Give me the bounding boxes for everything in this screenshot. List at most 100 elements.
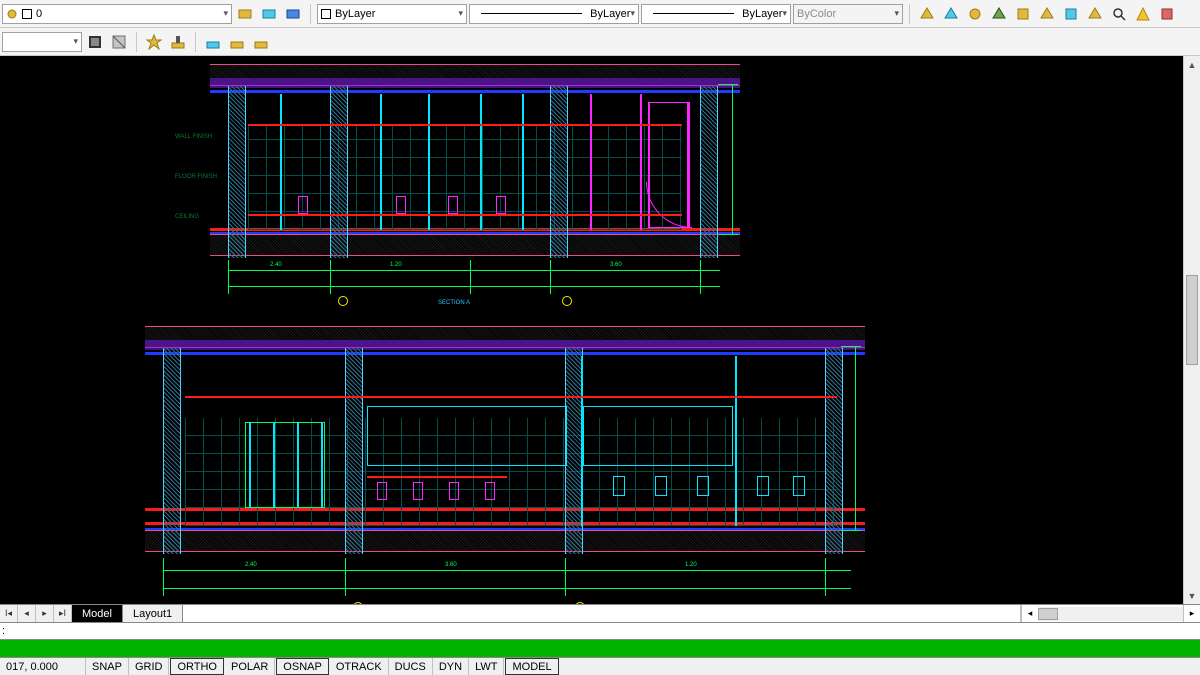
- tab-layout1[interactable]: Layout1: [123, 605, 183, 622]
- chevron-down-icon: ▾: [458, 8, 463, 19]
- status-lwt[interactable]: LWT: [469, 658, 504, 675]
- layer-previous-icon[interactable]: [258, 3, 280, 25]
- status-grid-label: GRID: [135, 661, 163, 673]
- tool-icon-8[interactable]: [1084, 3, 1106, 25]
- status-dyn-label: DYN: [439, 661, 462, 673]
- color-swatch: [321, 9, 331, 19]
- status-ortho[interactable]: ORTHO: [170, 658, 224, 675]
- color-combo-text: ByLayer: [335, 8, 375, 20]
- separator: [310, 4, 311, 24]
- layer-combo[interactable]: 0 ▾: [2, 4, 232, 24]
- status-otrack[interactable]: OTRACK: [330, 658, 389, 675]
- chevron-down-icon: ▾: [223, 8, 228, 19]
- toolbar-row-1: 0 ▾ ByLayer ▾ ByLayer ▾ ByLayer ▾ ByColo…: [0, 0, 1200, 28]
- separator: [136, 32, 137, 52]
- status-snap-label: SNAP: [92, 661, 122, 673]
- paint-tool-1-icon[interactable]: [202, 31, 224, 53]
- status-coords: 017, 0.000: [0, 658, 86, 675]
- status-lwt-label: LWT: [475, 661, 497, 673]
- chevron-down-icon: ▾: [630, 8, 635, 19]
- linetype-combo-text: ByLayer: [590, 8, 630, 20]
- linetype-preview: [481, 13, 582, 14]
- paint-tool-2-icon[interactable]: [226, 31, 248, 53]
- tab-first-icon[interactable]: І◂: [0, 605, 18, 622]
- tool-icon-6[interactable]: [1036, 3, 1058, 25]
- dim-text: 3.60: [610, 262, 622, 268]
- section-title: SECTION A: [438, 300, 470, 306]
- dim-text: 1.20: [390, 262, 402, 268]
- scroll-up-icon[interactable]: ▲: [1184, 56, 1200, 73]
- hscroll-right-icon[interactable]: ▸: [1183, 605, 1200, 622]
- hatch-icon[interactable]: [108, 31, 130, 53]
- paint-tool-3-icon[interactable]: [250, 31, 272, 53]
- tool-icon-5[interactable]: [1012, 3, 1034, 25]
- tab-prev-icon[interactable]: ◂: [18, 605, 36, 622]
- warning-icon[interactable]: [1132, 3, 1154, 25]
- horizontal-scrollbar[interactable]: ◂ ▸: [1020, 605, 1200, 622]
- star-tool-icon[interactable]: [143, 31, 165, 53]
- layer-combo-text: 0: [36, 8, 42, 20]
- status-ducs[interactable]: DUCS: [389, 658, 433, 675]
- status-model[interactable]: MODEL: [505, 658, 558, 675]
- linetype-combo[interactable]: ByLayer ▾: [469, 4, 639, 24]
- status-dyn[interactable]: DYN: [433, 658, 469, 675]
- layer-color-swatch: [22, 9, 32, 19]
- tool-icon-10[interactable]: [1156, 3, 1178, 25]
- tool-icon-3[interactable]: [964, 3, 986, 25]
- status-polar-label: POLAR: [231, 661, 268, 673]
- status-snap[interactable]: SNAP: [86, 658, 129, 675]
- toolbar-row-2: ▾: [0, 28, 1200, 56]
- chevron-down-icon: ▾: [782, 8, 787, 19]
- tool-icon-2[interactable]: [940, 3, 962, 25]
- tool-icon-4[interactable]: [988, 3, 1010, 25]
- chevron-down-icon: ▾: [73, 36, 78, 47]
- section-a-drawing: 2.40 1.20 3.60 SECTION A WALL FINISH FLO…: [210, 64, 740, 312]
- tab-layout1-label: Layout1: [133, 608, 172, 620]
- tab-next-icon[interactable]: ▸: [36, 605, 54, 622]
- hscroll-track[interactable]: [1038, 607, 1183, 621]
- plotstyle-combo: ByColor ▾: [793, 4, 903, 24]
- scroll-down-icon[interactable]: ▼: [1184, 587, 1200, 604]
- drawing-canvas[interactable]: 2.40 1.20 3.60 SECTION A WALL FINISH FLO…: [0, 56, 1200, 604]
- status-coords-text: 017, 0.000: [6, 661, 58, 673]
- status-polar[interactable]: POLAR: [225, 658, 275, 675]
- tool-icon-1[interactable]: [916, 3, 938, 25]
- tool-icon-7[interactable]: [1060, 3, 1082, 25]
- lineweight-combo-text: ByLayer: [742, 8, 782, 20]
- tab-last-icon[interactable]: ▸І: [54, 605, 72, 622]
- aux-combo[interactable]: ▾: [2, 32, 82, 52]
- hscroll-thumb[interactable]: [1038, 608, 1058, 620]
- status-bar: 017, 0.000 SNAP GRID ORTHO POLAR OSNAP O…: [0, 657, 1200, 675]
- tab-model[interactable]: Model: [72, 605, 123, 622]
- status-grid[interactable]: GRID: [129, 658, 170, 675]
- vertical-scrollbar[interactable]: ▲ ▼: [1183, 56, 1200, 604]
- command-prompt: :: [2, 625, 5, 637]
- dim-text: 3.60: [445, 562, 457, 568]
- brush-tool-icon[interactable]: [167, 31, 189, 53]
- lineweight-preview: [653, 13, 734, 14]
- lightbulb-icon: [6, 8, 18, 20]
- lineweight-combo[interactable]: ByLayer ▾: [641, 4, 791, 24]
- zoom-extents-icon[interactable]: [1108, 3, 1130, 25]
- scroll-thumb[interactable]: [1186, 275, 1198, 365]
- plotstyle-combo-text: ByColor: [797, 8, 836, 20]
- tab-model-label: Model: [82, 608, 112, 620]
- status-osnap-label: OSNAP: [283, 661, 322, 673]
- chevron-down-icon: ▾: [894, 8, 899, 19]
- section-b-drawing: 2.40 3.60 1.20 SECTION B: [145, 326, 865, 604]
- note-label: CEILING: [175, 214, 199, 220]
- status-osnap[interactable]: OSNAP: [276, 658, 329, 675]
- layer-states-icon[interactable]: [282, 3, 304, 25]
- status-ortho-label: ORTHO: [177, 661, 217, 673]
- dim-text: 1.20: [685, 562, 697, 568]
- status-ducs-label: DUCS: [395, 661, 426, 673]
- separator: [195, 32, 196, 52]
- separator: [909, 4, 910, 24]
- command-line[interactable]: :: [0, 622, 1200, 639]
- hatch-edit-icon[interactable]: [84, 31, 106, 53]
- layer-manager-icon[interactable]: [234, 3, 256, 25]
- hscroll-left-icon[interactable]: ◂: [1021, 605, 1038, 622]
- note-label: WALL FINISH: [175, 134, 212, 140]
- color-combo[interactable]: ByLayer ▾: [317, 4, 467, 24]
- layout-tabs: І◂ ◂ ▸ ▸І Model Layout1 ◂ ▸: [0, 604, 1200, 622]
